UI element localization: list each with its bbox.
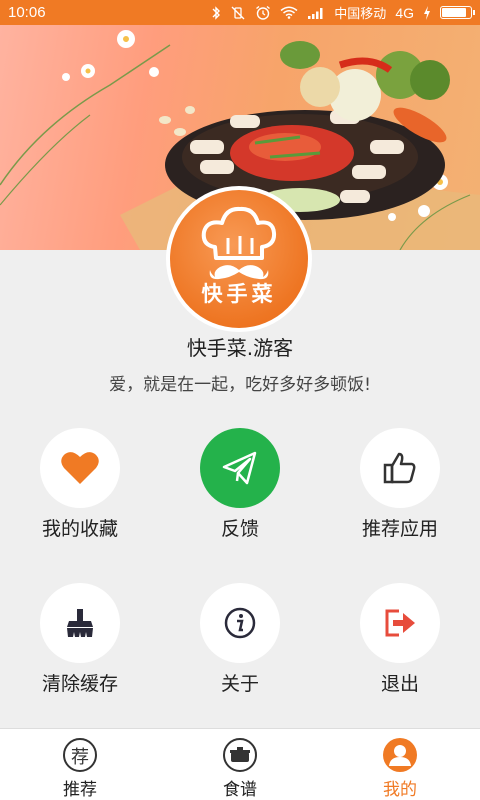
bluetooth-icon [212, 5, 221, 20]
favorites-label: 我的收藏 [41, 518, 118, 540]
info-icon [224, 607, 256, 639]
tab-recipes-label: 食谱 [223, 780, 257, 800]
tab-recipes[interactable]: 食谱 [160, 729, 320, 800]
battery-level [442, 8, 467, 17]
network-type: 4G [395, 4, 414, 21]
alarm-icon [256, 5, 271, 20]
about-button[interactable]: 关于 [160, 583, 320, 703]
tab-mine[interactable]: 我的 [320, 729, 480, 800]
bottom-tab-bar: 荐 推荐 食谱 我的 [0, 728, 480, 800]
wifi-icon [280, 6, 298, 19]
recommend-apps-label: 推荐应用 [361, 518, 438, 540]
favorites-icon-circle[interactable] [40, 428, 120, 508]
recommend-icon-circle[interactable] [360, 428, 440, 508]
my-favorites-button[interactable]: 我的收藏 [0, 428, 160, 548]
feedback-icon-circle[interactable] [200, 428, 280, 508]
clear-cache-button[interactable]: 清除缓存 [0, 583, 160, 703]
logout-button[interactable]: 退出 [320, 583, 480, 703]
logout-label: 退出 [380, 673, 419, 695]
clear-cache-label: 清除缓存 [41, 673, 118, 695]
logout-icon [385, 609, 415, 637]
tab-recommend[interactable]: 荐 推荐 [0, 729, 160, 800]
feedback-label: 反馈 [220, 518, 259, 540]
status-icons: 中国移动 4G [211, 3, 475, 22]
about-label: 关于 [220, 673, 259, 695]
heart-icon [61, 452, 99, 484]
recommend-apps-button[interactable]: 推荐应用 [320, 428, 480, 548]
username: 快手菜.游客 [186, 336, 294, 360]
user-motto: 爱，就是在一起，吃好多好多顿饭! [109, 375, 371, 395]
logo-text: 快手菜 [201, 281, 277, 306]
tab-recommend-label: 推荐 [63, 780, 97, 800]
vibrate-off-icon [231, 6, 245, 19]
logout-icon-circle[interactable] [360, 583, 440, 663]
tab-mine-label: 我的 [383, 780, 417, 800]
feedback-button[interactable]: 反馈 [160, 428, 320, 548]
status-time: 10:06 [8, 4, 46, 21]
app-logo: 快手菜 [166, 186, 312, 332]
pot-icon [222, 737, 258, 773]
logo-badge: 快手菜 [170, 190, 308, 328]
recommend-icon-char: 荐 [71, 747, 89, 768]
clear-cache-icon-circle[interactable] [40, 583, 120, 663]
recommend-icon: 荐 [62, 737, 98, 773]
user-icon [382, 737, 418, 773]
carrier-name: 中国移动 [334, 7, 387, 22]
broom-icon [67, 609, 93, 637]
paper-plane-icon [222, 451, 257, 485]
battery-icon [440, 6, 475, 19]
thumbs-up-icon [383, 452, 416, 484]
charging-icon [424, 5, 430, 20]
signal-icon [308, 7, 323, 19]
status-bar: 10:06 中国移动 4G [0, 0, 480, 25]
about-icon-circle[interactable] [200, 583, 280, 663]
